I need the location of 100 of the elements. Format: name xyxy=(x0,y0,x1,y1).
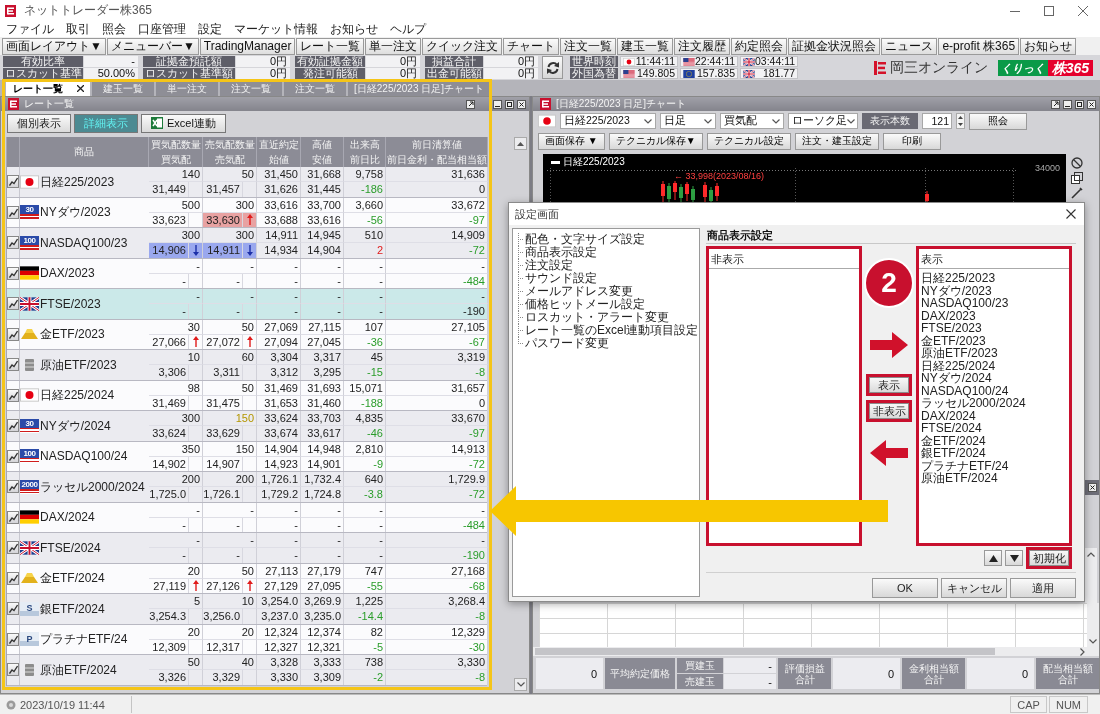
list-item[interactable]: NYダウ/2023 xyxy=(921,284,992,297)
list-item[interactable]: 銀ETF/2024 xyxy=(921,447,986,460)
toolbar-button[interactable]: 建玉一覧 xyxy=(617,37,674,55)
no-entry-icon[interactable] xyxy=(1071,157,1083,169)
table-row[interactable]: 2000 ラッセル2000/2024 200 200 1,726.1 1,732.4 640 1,729.9 1,725.0 1,726.1 1,729.2 1,724.8 -3.8 -72 xyxy=(7,472,487,503)
toolbar-button[interactable]: クイック注文 xyxy=(422,37,503,55)
table-row[interactable]: 30 NYダウ/2024 300 150 33,624 33,703 4,835 33,670 33,624 33,629 33,674 33,617 -46 -97 xyxy=(7,411,487,442)
toolbar-button[interactable]: 単一注文 xyxy=(365,37,422,55)
list-item[interactable]: NYダウ/2024 xyxy=(921,372,992,385)
query-button[interactable]: 照会 xyxy=(969,112,1027,130)
toolbar-button[interactable]: レート一覧 xyxy=(296,37,365,55)
menu-item[interactable]: 設定 xyxy=(198,21,222,37)
table-row[interactable]: P プラチナETF/24 20 20 12,324 12,374 82 12,329 12,309 12,317 12,327 12,321 -5 -30 xyxy=(7,624,487,655)
menu-item[interactable]: ヘルプ xyxy=(390,21,426,37)
scroll-up-button[interactable] xyxy=(514,137,527,150)
chart-button[interactable] xyxy=(7,358,19,372)
menu-item[interactable]: マーケット情報 xyxy=(234,21,318,37)
popout-icon[interactable] xyxy=(1051,99,1060,109)
pen-icon[interactable] xyxy=(1071,187,1083,199)
excel-button[interactable]: Excel連動 xyxy=(141,113,226,133)
table-row[interactable]: 100 NASDAQ100/23 300 300 14,911 14,945 510 14,909 14,906 14,911 14,934 14,904 2 -72 xyxy=(7,228,487,259)
list-item[interactable]: DAX/2023 xyxy=(921,309,976,322)
table-row[interactable]: FTSE/2024 - - - - - - - - - - - -190 xyxy=(7,533,487,564)
chart-button[interactable] xyxy=(7,632,19,646)
tree-item[interactable]: メールアドレス変更 xyxy=(516,285,699,298)
menu-item[interactable]: 口座管理 xyxy=(138,21,186,37)
chart-toolbar-button[interactable]: 画面保存 ▼ xyxy=(538,132,605,150)
maximize-icon[interactable] xyxy=(505,99,514,109)
dialog-button[interactable]: OK xyxy=(872,578,938,598)
move-up-button[interactable] xyxy=(984,550,1002,566)
dropdown[interactable]: 日経225/2023 xyxy=(560,113,656,129)
chart-button[interactable] xyxy=(7,388,19,402)
scroll-down-button[interactable] xyxy=(514,678,527,691)
table-row[interactable]: 金ETF/2024 20 50 27,113 27,179 747 27,168 27,119 27,126 27,129 27,095 -55 -68 xyxy=(7,563,487,594)
dropdown[interactable]: 買気配 xyxy=(720,113,784,129)
tree-item[interactable]: 商品表示設定 xyxy=(516,246,699,259)
chart-button[interactable] xyxy=(7,266,19,280)
chart-button[interactable] xyxy=(7,327,19,341)
tree-item[interactable]: サウンド設定 xyxy=(516,272,699,285)
chart-toolbar-button[interactable]: テクニカル保存▼ xyxy=(608,132,703,150)
table-row[interactable]: DAX/2023 - - - - - - - - - - - -484 xyxy=(7,258,487,289)
dropdown[interactable]: ローソク足 xyxy=(788,113,858,129)
dialog-button[interactable]: 初期化 xyxy=(1026,547,1072,569)
spinner-icon[interactable] xyxy=(956,113,965,129)
list-item[interactable]: 日経225/2023 xyxy=(921,272,996,285)
table-row[interactable]: 原油ETF/2024 50 40 3,328 3,333 738 3,330 3,326 3,329 3,330 3,309 -2 -8 xyxy=(7,655,487,686)
close-icon[interactable] xyxy=(76,85,84,92)
chart-button[interactable] xyxy=(7,449,19,463)
toolbar-button[interactable]: 証拠金状況照会 xyxy=(788,37,881,55)
table-row[interactable]: 30 NYダウ/2023 500 300 33,616 33,700 3,660 33,672 33,623 33,630 33,688 33,616 -56 -97 xyxy=(7,197,487,228)
toolbar-button[interactable]: e-profit 株365 xyxy=(938,37,1020,55)
toolbar-button[interactable]: チャート xyxy=(503,37,560,55)
chart-button[interactable] xyxy=(7,663,19,677)
minimize-icon[interactable] xyxy=(493,99,502,109)
menu-item[interactable]: お知らせ xyxy=(330,21,378,37)
toolbar-button[interactable]: 約定照会 xyxy=(731,37,788,55)
minimize-icon[interactable] xyxy=(1063,99,1072,109)
table-row[interactable]: 原油ETF/2023 10 60 3,304 3,317 45 3,319 3,306 3,311 3,312 3,295 -15 -8 xyxy=(7,350,487,381)
list-item[interactable]: 原油ETF/2024 xyxy=(921,472,998,485)
count-input[interactable]: 121 xyxy=(922,113,952,129)
scroll-thumb[interactable] xyxy=(535,648,995,655)
chart-button[interactable] xyxy=(7,541,19,555)
tree-item[interactable]: 注文設定 xyxy=(516,259,699,272)
chart-toolbar-button[interactable]: テクニカル設定 xyxy=(706,132,791,150)
menu-item[interactable]: 取引 xyxy=(66,21,90,37)
dialog-button[interactable]: 非表示 xyxy=(866,400,912,422)
table-row[interactable]: DAX/2024 - - - - - - - - - - - -484 xyxy=(7,502,487,533)
chart-toolbar-button[interactable]: 印刷 xyxy=(882,132,941,150)
table-row[interactable]: S 銀ETF/2024 5 10 3,254.0 3,269.9 1,225 3,268.4 3,254.3 3,256.0 3,237.0 3,235.0 -14.4 -8 xyxy=(7,594,487,625)
menu-item[interactable]: 照会 xyxy=(102,21,126,37)
refresh-button[interactable] xyxy=(542,56,563,79)
table-row[interactable]: 金ETF/2023 30 50 27,069 27,115 107 27,105 27,066 27,072 27,094 27,045 -36 -67 xyxy=(7,319,487,350)
list-item[interactable]: 金ETF/2024 xyxy=(921,434,986,447)
table-row[interactable]: 100 NASDAQ100/24 350 150 14,904 14,948 2,810 14,913 14,902 14,907 14,923 14,901 -9 -72 xyxy=(7,441,487,472)
popout-icon[interactable] xyxy=(466,99,475,109)
maximize-icon[interactable] xyxy=(1075,99,1084,109)
dialog-button[interactable]: 表示 xyxy=(866,374,912,396)
copy-icon[interactable] xyxy=(1071,172,1083,184)
dialog-button[interactable]: 適用 xyxy=(1010,578,1076,598)
list-item[interactable]: DAX/2024 xyxy=(921,409,976,422)
chart-button[interactable] xyxy=(7,297,19,311)
toolbar-button[interactable]: 注文履歴 xyxy=(674,37,731,55)
toolbar-button[interactable]: TradingManager xyxy=(199,37,296,55)
list-item[interactable]: NASDAQ100/24 xyxy=(921,384,1009,397)
list-item[interactable]: FTSE/2024 xyxy=(921,422,982,435)
list-item[interactable]: 金ETF/2023 xyxy=(921,334,986,347)
chart-button[interactable] xyxy=(7,205,19,219)
chart-button[interactable] xyxy=(7,480,19,494)
view-button[interactable]: 個別表示 xyxy=(7,113,71,133)
menu-item[interactable]: ファイル xyxy=(6,21,54,37)
chart-button[interactable] xyxy=(7,419,19,433)
chart-button[interactable] xyxy=(7,602,19,616)
dialog-button[interactable]: キャンセル xyxy=(941,578,1007,598)
chart-button[interactable] xyxy=(7,510,19,524)
table-row[interactable]: 日経225/2024 98 50 31,469 31,693 15,071 31,657 31,469 31,475 31,653 31,460 -188 0 xyxy=(7,380,487,411)
chart-button[interactable] xyxy=(7,175,19,189)
tree-item[interactable]: 価格ヒットメール設定 xyxy=(516,298,699,311)
close-icon[interactable] xyxy=(517,99,526,109)
tree-item[interactable]: レート一覧のExcel連動項目設定 xyxy=(516,324,699,337)
chart-button[interactable] xyxy=(7,236,19,250)
